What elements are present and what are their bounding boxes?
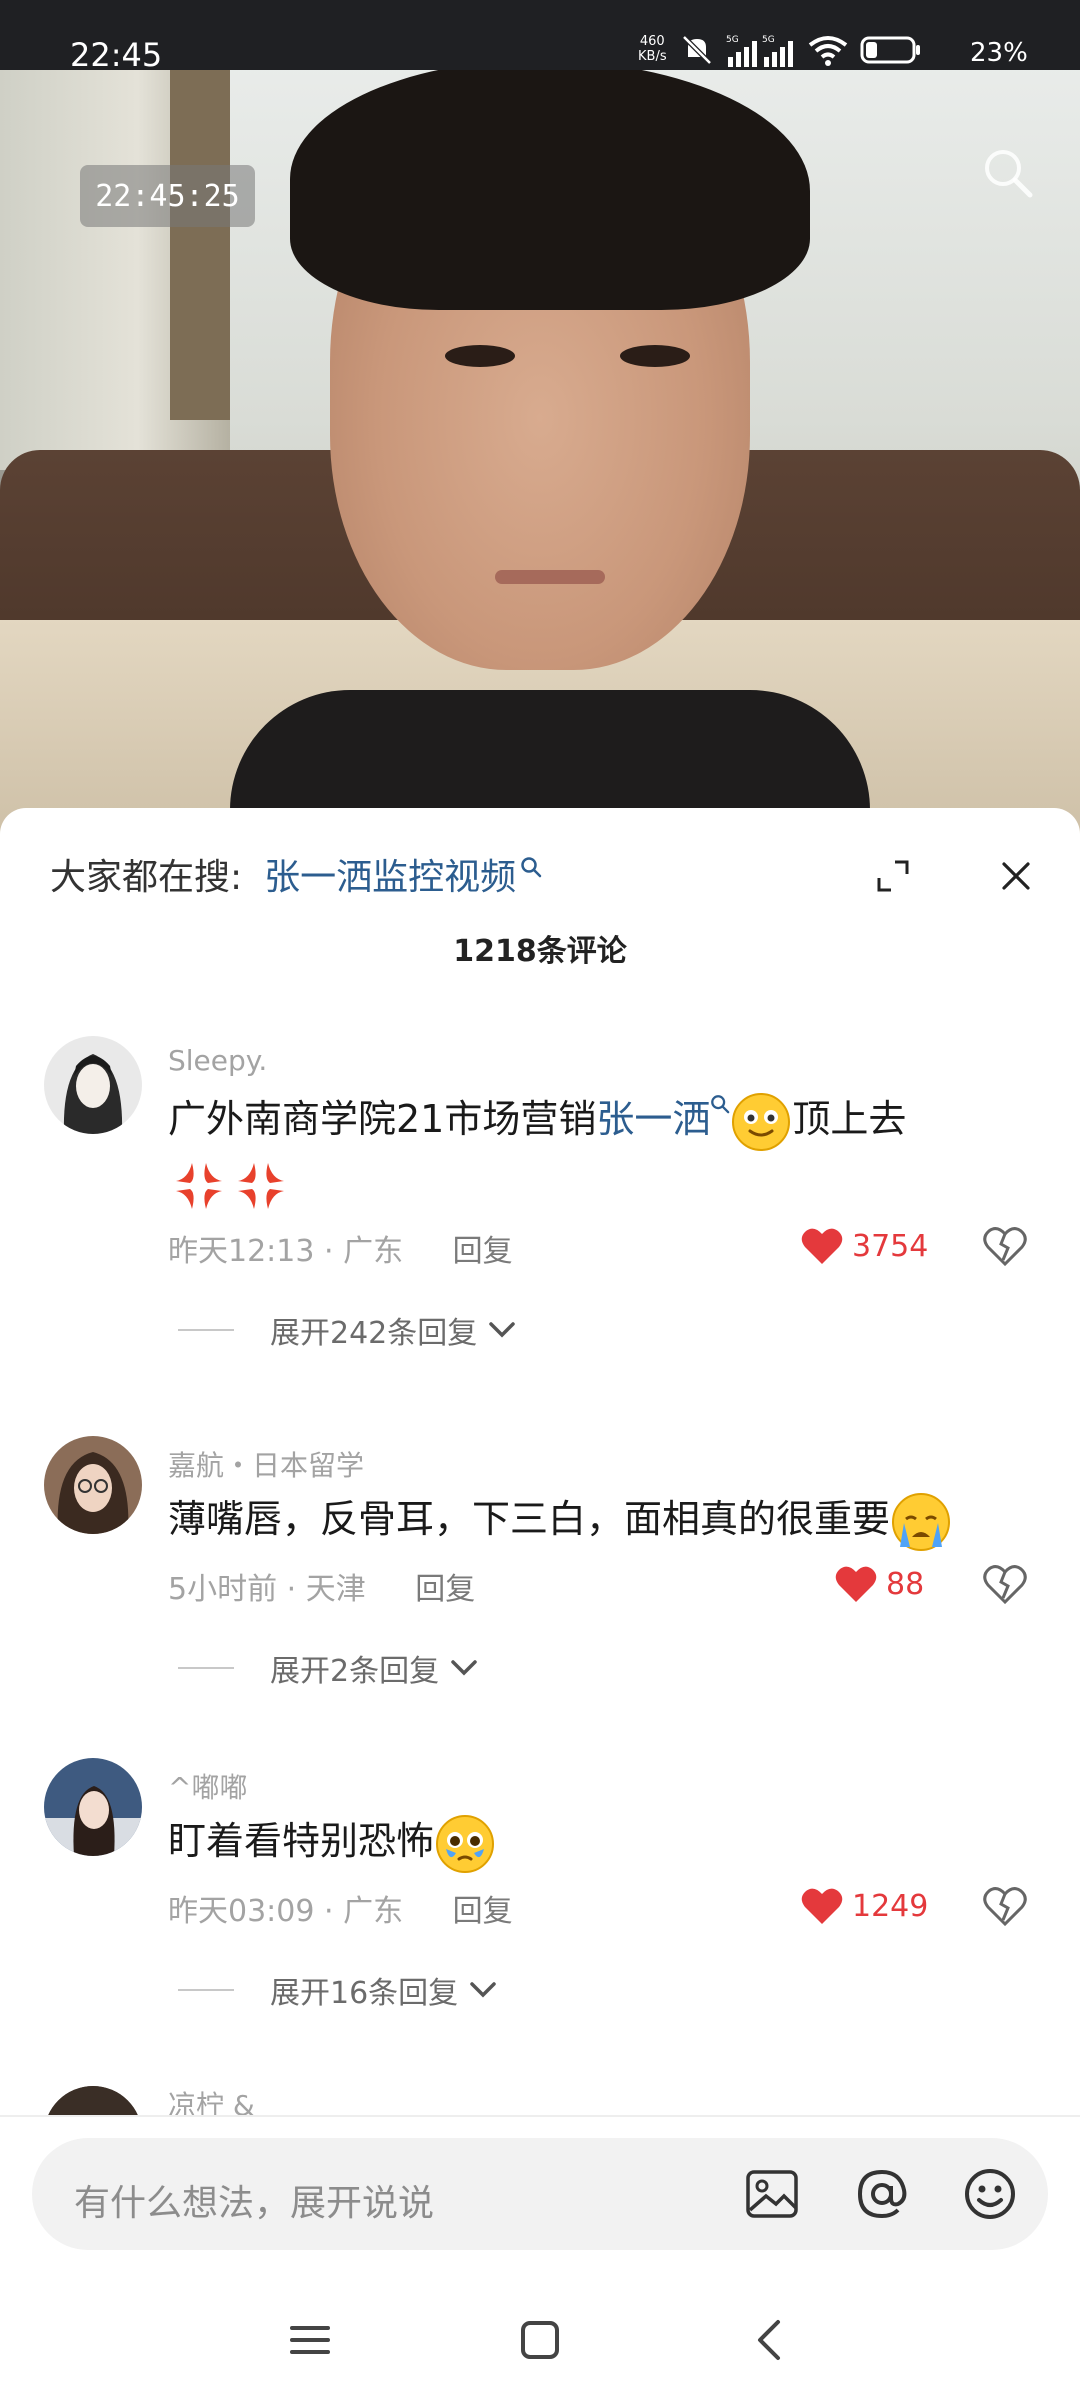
chevron-down-icon	[470, 1982, 496, 1998]
comment-count: 1218条评论	[453, 934, 627, 969]
comment-location: 天津	[305, 1572, 366, 1607]
video-person-eye	[620, 345, 690, 367]
like-count: 1249	[852, 1888, 929, 1924]
expand-replies-label[interactable]: 展开242条回复	[270, 1308, 477, 1352]
input-divider	[0, 2115, 1080, 2117]
comment-location: 广东	[343, 1234, 404, 1269]
reply-button[interactable]: 回复	[453, 1894, 513, 1929]
hot-search-label: 大家都在搜:	[50, 857, 243, 898]
smiling-face-emoji	[732, 1092, 791, 1151]
search-icon	[711, 1095, 730, 1114]
status-icons: 5G 5G	[680, 30, 922, 70]
comment-meta: 昨天12:13 · 广东 回复	[168, 1234, 513, 1269]
heart-icon	[801, 1888, 843, 1924]
at-icon[interactable]	[852, 2164, 912, 2224]
comment-time: 昨天03:09	[168, 1894, 315, 1929]
menu-icon[interactable]	[280, 2310, 340, 2370]
hot-search: 大家都在搜: 张一洒监控视频	[50, 848, 542, 900]
like-button[interactable]: 1249	[800, 1886, 928, 1926]
like-button[interactable]: 88	[834, 1564, 924, 1604]
status-time: 22:45	[70, 36, 163, 74]
mute-icon	[682, 35, 712, 65]
search-icon	[521, 857, 542, 878]
like-button[interactable]: 3754	[800, 1226, 928, 1266]
anger-symbol-emoji	[176, 1163, 222, 1209]
battery-percent: 23%	[970, 38, 1028, 68]
comment-time: 5小时前	[168, 1572, 278, 1607]
comment-meta: 5小时前 · 天津 回复	[168, 1572, 476, 1607]
avatar[interactable]	[44, 1436, 142, 1534]
expand-replies-label[interactable]: 展开16条回复	[270, 1968, 458, 2012]
expand-replies-button[interactable]: 展开242条回复	[178, 1308, 517, 1352]
avatar[interactable]	[44, 2086, 142, 2115]
svg-text:5G: 5G	[762, 35, 775, 45]
comment-text-body: 盯着看特别恐怖	[168, 1819, 435, 1863]
image-icon[interactable]	[742, 2164, 802, 2224]
avatar[interactable]	[44, 1758, 142, 1856]
comment-text-prefix: 广外南商学院21市场营销	[168, 1097, 597, 1141]
comment-username[interactable]: ^嘟嘟	[168, 1766, 247, 1806]
home-icon[interactable]	[510, 2310, 570, 2370]
reply-button[interactable]: 回复	[453, 1234, 513, 1269]
hot-search-link[interactable]: 张一洒监控视频	[264, 848, 542, 900]
comment-username[interactable]: Sleepy.	[168, 1044, 267, 1077]
system-nav-bar	[0, 2270, 1080, 2400]
pleading-tears-face-emoji	[436, 1814, 495, 1873]
chevron-down-icon	[489, 1322, 516, 1338]
comment-inline-link[interactable]: 张一洒	[596, 1095, 730, 1141]
svg-text:5G: 5G	[726, 35, 739, 45]
expand-replies-label[interactable]: 展开2条回复	[270, 1646, 439, 1690]
dislike-heart-icon[interactable]	[983, 1562, 1027, 1606]
comment-inline-link-text[interactable]: 张一洒	[596, 1097, 710, 1141]
reply-button[interactable]: 回复	[415, 1572, 475, 1607]
comment-text: 盯着看特别恐怖	[168, 1810, 1048, 1875]
video-timestamp: 22:45:25	[80, 165, 255, 227]
battery-icon	[860, 36, 920, 64]
chevron-down-icon	[451, 1660, 477, 1676]
back-icon[interactable]	[740, 2310, 800, 2370]
emoji-icon[interactable]	[960, 2164, 1020, 2224]
video-person-mouth	[495, 570, 605, 584]
anger-symbol-emoji	[238, 1163, 284, 1209]
crying-face-emoji	[892, 1492, 951, 1551]
wifi-icon	[808, 36, 848, 66]
expand-replies-button[interactable]: 展开2条回复	[178, 1646, 479, 1690]
comment-meta: 昨天03:09 · 广东 回复	[168, 1894, 513, 1929]
video-background-pillar	[170, 60, 230, 420]
expand-replies-button[interactable]: 展开16条回复	[178, 1968, 498, 2012]
heart-icon	[835, 1566, 877, 1602]
avatar[interactable]	[44, 1036, 142, 1134]
expand-icon[interactable]	[873, 856, 913, 896]
heart-icon	[801, 1228, 843, 1264]
comment-username[interactable]: 嘉航・日本留学	[168, 1444, 364, 1484]
hot-search-query[interactable]: 张一洒监控视频	[264, 848, 516, 900]
video-player[interactable]: 22:45:25	[0, 0, 1080, 850]
divider-line	[178, 1329, 234, 1331]
search-icon[interactable]	[980, 145, 1036, 201]
like-count: 3754	[852, 1228, 929, 1264]
network-speed: 460 KB/s	[638, 34, 667, 64]
comment-item: 凉柠 &	[0, 2080, 1080, 2115]
video-person-eye	[445, 345, 515, 367]
comment-text: 薄嘴唇，反骨耳，下三白，面相真的很重要	[168, 1488, 1048, 1553]
comment-input[interactable]: 有什么想法，展开说说	[32, 2138, 1048, 2250]
comment-username[interactable]: 凉柠 &	[168, 2084, 255, 2115]
comment-location: 广东	[343, 1894, 404, 1929]
divider-line	[178, 1667, 234, 1669]
signal-icon: 5G 5G	[726, 35, 793, 67]
like-count: 88	[886, 1566, 925, 1602]
comment-text: 广外南商学院21市场营销张一洒 顶上去	[168, 1088, 1048, 1217]
divider-line	[178, 1989, 234, 1991]
comment-time: 昨天12:13	[168, 1234, 315, 1269]
dislike-heart-icon[interactable]	[983, 1224, 1027, 1268]
comment-input-placeholder[interactable]: 有什么想法，展开说说	[74, 2174, 434, 2226]
status-bar: 22:45 460 KB/s 5G 5G 23%	[0, 0, 1080, 74]
comment-text-suffix: 顶上去	[792, 1097, 907, 1141]
close-icon[interactable]	[996, 856, 1036, 896]
dislike-heart-icon[interactable]	[983, 1884, 1027, 1928]
comment-text-body: 薄嘴唇，反骨耳，下三白，面相真的很重要	[168, 1497, 891, 1541]
